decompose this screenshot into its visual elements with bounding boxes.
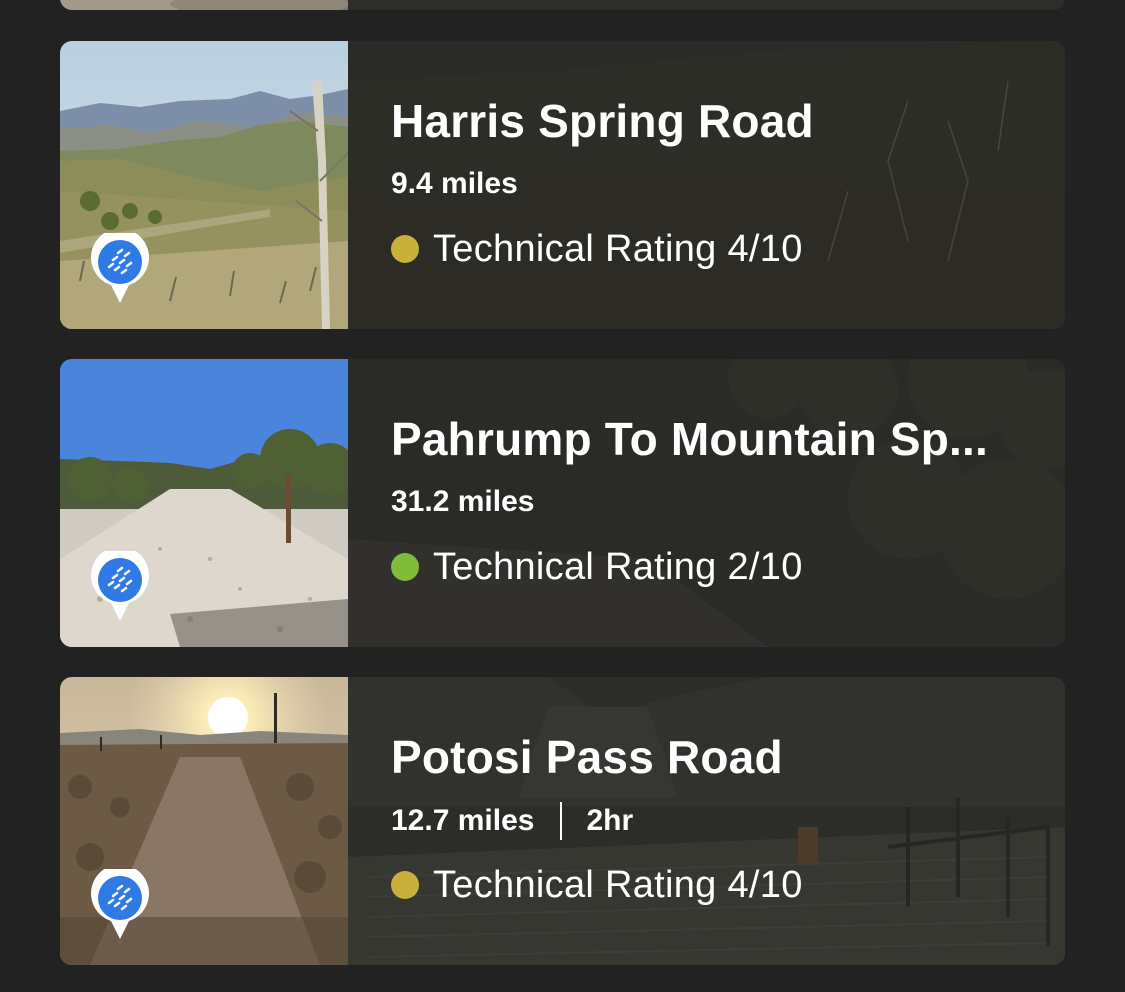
- trail-thumbnail: [60, 359, 348, 647]
- trail-card-partial[interactable]: [60, 0, 1065, 10]
- technical-rating-label: Technical Rating 2/10: [433, 546, 803, 588]
- trail-name: Harris Spring Road: [391, 95, 814, 147]
- trail-info: Potosi Pass Road 12.7 miles 2hr Technica…: [391, 677, 1041, 965]
- trail-distance: 12.7 miles: [391, 804, 535, 837]
- meta-divider: [560, 802, 563, 840]
- trail-name: Potosi Pass Road: [391, 731, 783, 783]
- trail-meta: 9.4 miles: [391, 166, 518, 202]
- rating-dot-icon: [391, 553, 419, 581]
- rating-dot-icon: [391, 235, 419, 263]
- trail-meta: 12.7 miles 2hr: [391, 802, 633, 840]
- trail-card[interactable]: Pahrump To Mountain Sp... 31.2 miles Tec…: [60, 359, 1065, 647]
- trail-thumbnail: [60, 0, 348, 10]
- technical-rating-label: Technical Rating 4/10: [433, 864, 803, 906]
- trail-distance: 31.2 miles: [391, 485, 535, 518]
- trail-list: Harris Spring Road 9.4 miles Technical R…: [0, 0, 1125, 992]
- trail-info: Pahrump To Mountain Sp... 31.2 miles Tec…: [391, 359, 1041, 647]
- technical-rating: Technical Rating 2/10: [391, 545, 803, 589]
- trail-distance: 9.4 miles: [391, 167, 518, 200]
- trail-map-pin-icon: [91, 869, 149, 939]
- rating-dot-icon: [391, 871, 419, 899]
- trail-background-image: [348, 0, 1065, 10]
- trail-duration: 2hr: [586, 804, 634, 837]
- trail-name: Pahrump To Mountain Sp...: [391, 413, 989, 465]
- trail-thumbnail: [60, 41, 348, 329]
- technical-rating: Technical Rating 4/10: [391, 863, 803, 907]
- technical-rating: Technical Rating 4/10: [391, 227, 803, 271]
- trail-thumbnail: [60, 677, 348, 965]
- trail-meta: 31.2 miles: [391, 484, 534, 520]
- trail-map-pin-icon: [91, 551, 149, 621]
- trail-card[interactable]: Harris Spring Road 9.4 miles Technical R…: [60, 41, 1065, 329]
- trail-info: Harris Spring Road 9.4 miles Technical R…: [391, 41, 1041, 329]
- trail-card[interactable]: Potosi Pass Road 12.7 miles 2hr Technica…: [60, 677, 1065, 965]
- technical-rating-label: Technical Rating 4/10: [433, 228, 803, 270]
- trail-map-pin-icon: [91, 233, 149, 303]
